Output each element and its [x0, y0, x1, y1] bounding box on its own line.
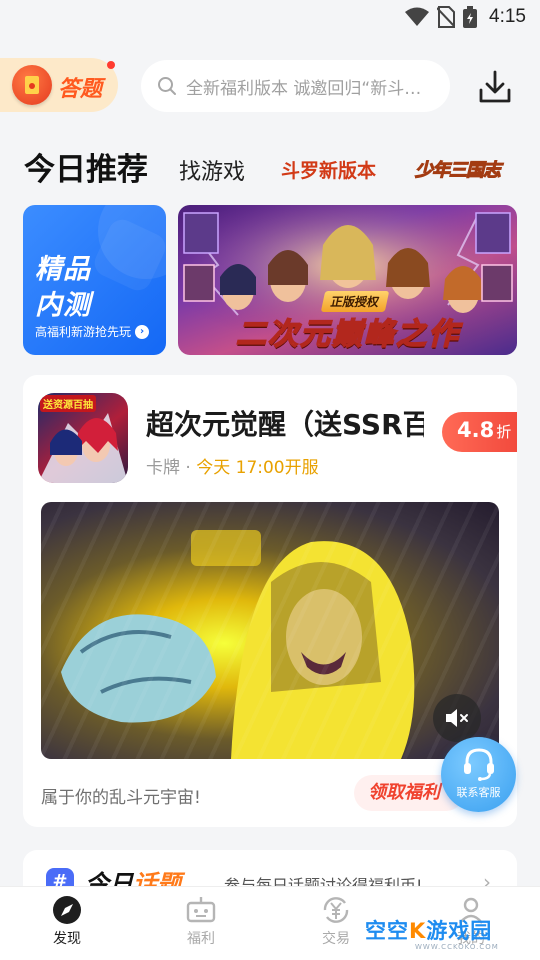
- game-icon-badge: 送资源百抽: [40, 395, 96, 412]
- notification-dot: [107, 61, 115, 69]
- game-meta: 卡牌 · 今天 17:00开服: [146, 453, 319, 478]
- watermark-text-k: K: [409, 919, 427, 943]
- search-icon: [158, 77, 176, 95]
- game-icon[interactable]: 送资源百抽: [38, 393, 128, 483]
- nav-item-welfare[interactable]: 福利: [171, 895, 231, 948]
- promo-banner-title: 二次元巅峰之作: [235, 316, 460, 353]
- tab-today-recommend[interactable]: 今日推荐: [24, 144, 148, 189]
- speaker-muted-icon: [446, 709, 468, 727]
- gift-robot-icon: [186, 897, 216, 923]
- customer-service-label: 联系客服: [456, 786, 501, 799]
- watermark-text-a: 空空: [365, 919, 409, 943]
- game-tagline: 属于你的乱斗元宇宙!: [41, 788, 201, 808]
- headset-icon: [463, 748, 494, 781]
- watermark-text-b: 游戏园: [426, 919, 493, 943]
- banner-subtitle: 高福利新游抢先玩 ›: [35, 323, 150, 340]
- tab-shaonian-sanguo[interactable]: 少年三国志: [415, 156, 502, 182]
- nav-item-trade[interactable]: 交易: [306, 895, 366, 948]
- wifi-icon: [405, 7, 430, 26]
- download-icon[interactable]: [476, 68, 514, 106]
- beta-test-banner[interactable]: 精品 内测 高福利新游抢先玩 ›: [23, 205, 166, 355]
- server-open-time: 今天 17:00开服: [196, 458, 319, 478]
- quiz-label: 答题: [58, 77, 103, 102]
- status-bar: 4:15: [0, 0, 540, 38]
- discount-unit: 折: [496, 423, 512, 441]
- top-tabs: 今日推荐 找游戏 斗罗新版本 少年三国志: [0, 140, 540, 190]
- tab-douluo[interactable]: 斗罗新版本: [281, 156, 376, 183]
- status-time: 4:15: [489, 6, 526, 27]
- nav-label-welfare: 福利: [187, 931, 215, 947]
- mute-button[interactable]: [433, 694, 481, 742]
- game-category: 卡牌: [146, 458, 180, 478]
- customer-service-button[interactable]: 联系客服: [441, 737, 516, 812]
- search-input[interactable]: 全新福利版本 诚邀回归“新斗罗大陆”: [141, 60, 450, 112]
- no-sim-icon: [437, 6, 456, 28]
- quiz-button[interactable]: 答题: [0, 58, 118, 112]
- search-placeholder: 全新福利版本 诚邀回归“新斗罗大陆”: [186, 78, 431, 99]
- nav-label-discover: 发现: [53, 931, 81, 947]
- nav-label-trade: 交易: [322, 931, 350, 947]
- banner-title-line1: 精品: [35, 254, 91, 285]
- discount-badge: 4.8 折: [442, 412, 517, 452]
- game-title[interactable]: 超次元觉醒（送SSR百抽）: [146, 403, 424, 443]
- watermark-url: WWW.CCKOKO.COM: [415, 943, 499, 951]
- battery-icon: [463, 6, 478, 28]
- nav-item-discover[interactable]: 发现: [37, 895, 97, 948]
- motion-streaks: [41, 502, 499, 759]
- promo-banner[interactable]: 正版授权 二次元巅峰之作: [178, 205, 517, 355]
- game-video[interactable]: [41, 502, 499, 759]
- site-watermark: 空空K游戏园 WWW.CCKOKO.COM: [365, 915, 515, 955]
- chevron-right-icon: ›: [135, 324, 150, 339]
- banner-title-line2: 内测: [35, 290, 91, 321]
- discount-value: 4.8: [457, 418, 495, 442]
- tab-find-games[interactable]: 找游戏: [179, 154, 245, 186]
- red-envelope-icon: [12, 65, 52, 105]
- meta-separator: ·: [185, 458, 191, 478]
- trade-yen-icon: [323, 897, 349, 923]
- compass-icon: [53, 896, 81, 924]
- watermark-logo-text: 空空K游戏园: [365, 915, 515, 945]
- banner-subtitle-text: 高福利新游抢先玩: [35, 325, 132, 339]
- status-icons: 4:15: [405, 6, 526, 28]
